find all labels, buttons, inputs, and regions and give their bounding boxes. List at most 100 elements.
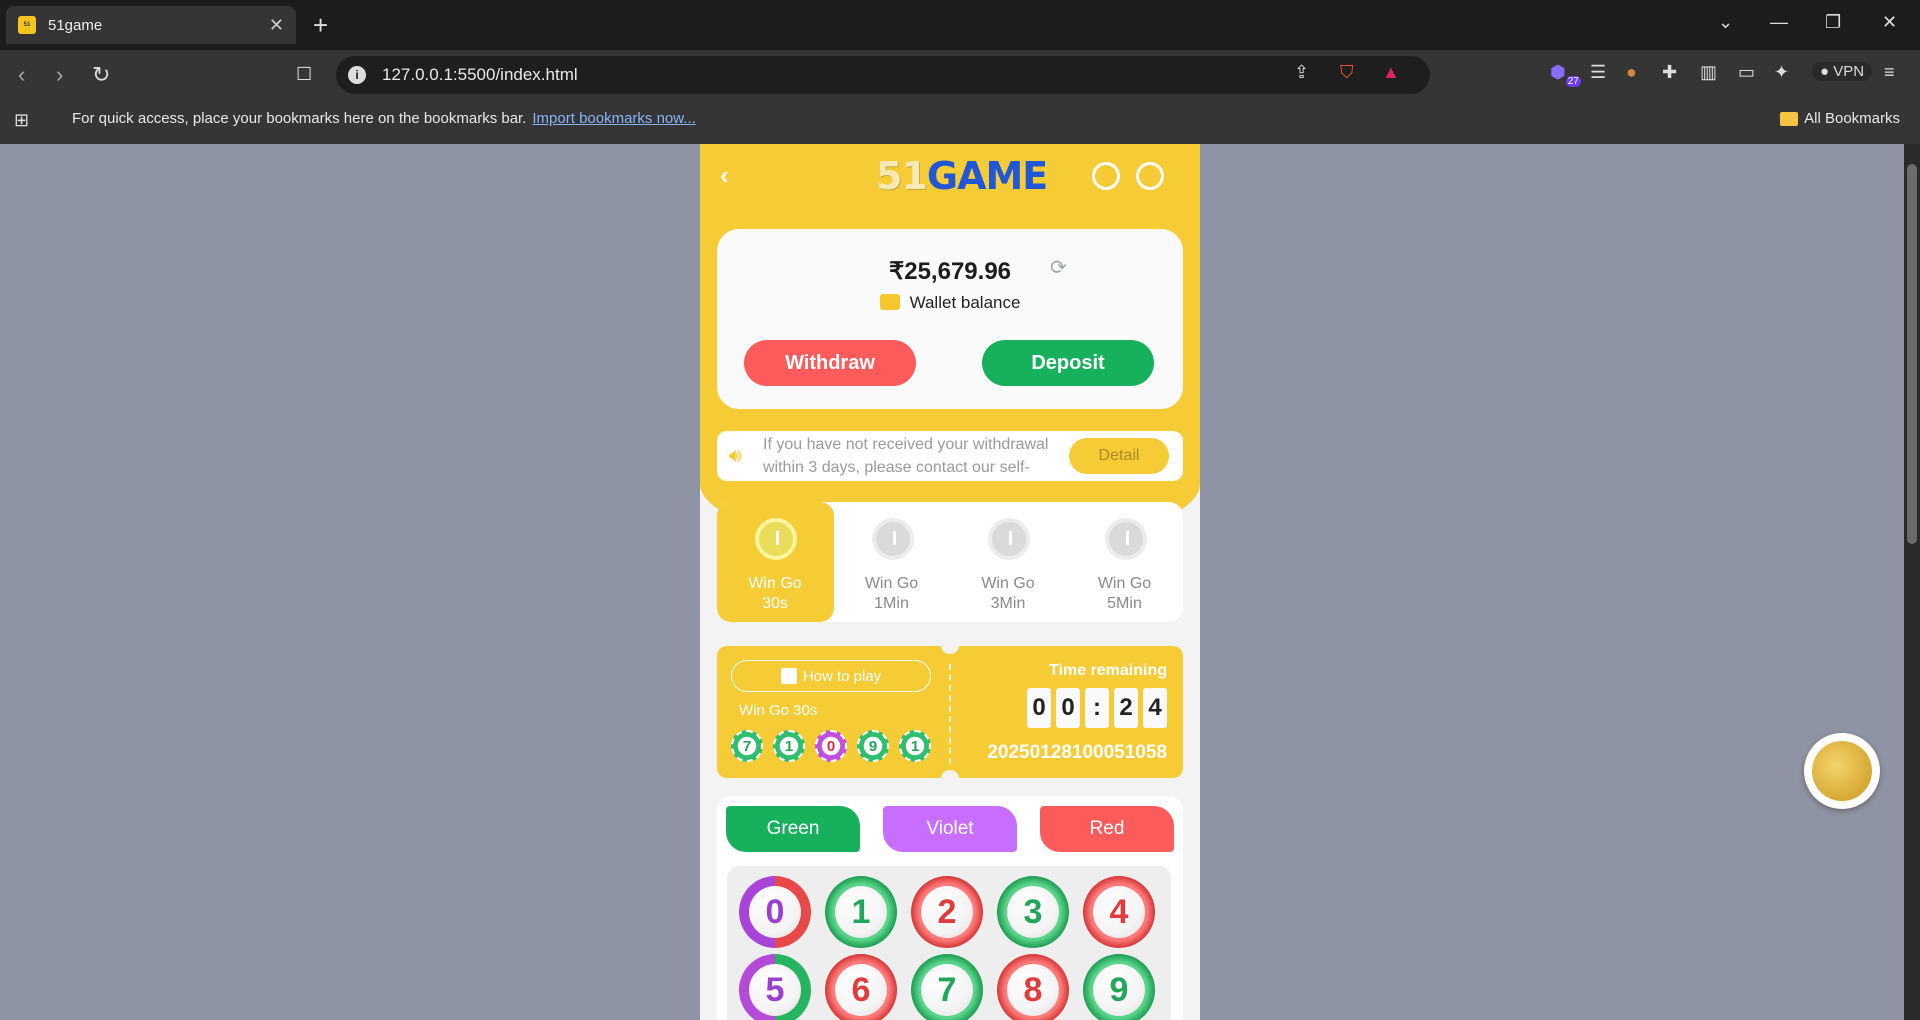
address-bar[interactable]: i 127.0.0.1:5500/index.html xyxy=(336,56,1430,94)
wallet-icon[interactable]: ▭ xyxy=(1738,62,1755,83)
notice-bar: 🔊︎ If you have not received your withdra… xyxy=(717,431,1183,481)
wallet-amount: ₹25,679.96 xyxy=(888,258,1012,285)
page-viewport: ‹ 51GAME ₹25,679.96 ⟳ Wallet balance Wit… xyxy=(0,144,1920,1020)
brave-shield-icon[interactable]: ⛉ xyxy=(1340,62,1354,83)
result-ball: 1 xyxy=(773,730,805,762)
browser-tab[interactable]: 51 51game ✕ xyxy=(6,6,296,44)
mode-label: Win Go 1Min xyxy=(864,575,919,612)
tab-title: 51game xyxy=(48,16,103,34)
ball-label: 7 xyxy=(921,964,973,1016)
red-bet-button[interactable]: Red xyxy=(1040,806,1174,852)
withdraw-button[interactable]: Withdraw xyxy=(744,340,916,386)
mode-label: Win Go 3Min xyxy=(981,575,1035,612)
refresh-icon[interactable]: ⟳ xyxy=(1050,255,1067,280)
dashed-divider xyxy=(949,664,951,764)
extensions-puzzle-icon[interactable]: ✚ xyxy=(1662,62,1677,83)
brave-rewards-icon[interactable]: ▲ xyxy=(1382,62,1400,83)
tab-win-go-1min[interactable]: Win Go 1Min xyxy=(834,502,951,622)
forward-icon[interactable]: › xyxy=(56,62,63,88)
ball-label: 5 xyxy=(749,964,801,1016)
detail-button[interactable]: Detail xyxy=(1069,438,1169,474)
vpn-button[interactable]: ● VPN xyxy=(1812,62,1873,81)
all-bookmarks-button[interactable]: All Bookmarks xyxy=(1780,100,1900,137)
ball-label: 9 xyxy=(1093,964,1145,1016)
close-window-icon[interactable]: ✕ xyxy=(1882,12,1897,33)
extension-badge: 27 xyxy=(1565,76,1581,87)
number-ball-1[interactable]: 1 xyxy=(825,876,897,948)
ball-label: 6 xyxy=(835,964,887,1016)
leo-ai-icon[interactable]: ✦ xyxy=(1774,62,1789,83)
menu-icon[interactable]: ≡ xyxy=(1884,62,1895,83)
tab-strip: 51 51game ✕ + ⌄ — ❐ ✕ xyxy=(0,0,1920,50)
scrollbar-thumb[interactable] xyxy=(1907,164,1917,544)
ball-label: 1 xyxy=(835,886,887,938)
restore-icon[interactable]: ❐ xyxy=(1825,12,1841,33)
extension-icon[interactable]: ⬢ 27 xyxy=(1550,62,1581,87)
number-ball-2[interactable]: 2 xyxy=(911,876,983,948)
number-ball-9[interactable]: 9 xyxy=(1083,954,1155,1020)
close-tab-icon[interactable]: ✕ xyxy=(269,15,284,36)
logo-text: GAME xyxy=(926,154,1048,198)
ball-label: 2 xyxy=(921,886,973,938)
apps-grid-icon[interactable]: ⊞ xyxy=(14,110,29,131)
database-icon[interactable]: ☰ xyxy=(1590,62,1606,83)
dragon-icon xyxy=(1812,741,1872,801)
bet-area: Green Violet Red 0 1 2 3 4 5 6 7 8 9 xyxy=(717,796,1183,1020)
bookmarks-bar: ⊞ For quick access, place your bookmarks… xyxy=(0,100,1920,144)
dragon-float-button[interactable] xyxy=(1804,733,1880,809)
import-bookmarks-link[interactable]: Import bookmarks now... xyxy=(532,110,695,127)
page-scrollbar[interactable] xyxy=(1904,144,1920,1020)
wallet-icon xyxy=(879,294,900,310)
all-bookmarks-label: All Bookmarks xyxy=(1804,110,1900,127)
new-tab-icon[interactable]: + xyxy=(313,10,328,41)
tab-win-go-30s[interactable]: Win Go 30s xyxy=(717,502,834,622)
current-game-label: Win Go 30s xyxy=(739,702,818,719)
tab-win-go-3min[interactable]: Win Go 3Min xyxy=(950,502,1067,622)
how-to-play-button[interactable]: How to play xyxy=(731,660,931,692)
vpn-label: VPN xyxy=(1833,63,1865,80)
number-ball-8[interactable]: 8 xyxy=(997,954,1069,1020)
clock-icon xyxy=(871,518,914,560)
app-header: ‹ 51GAME xyxy=(700,144,1200,206)
number-ball-0[interactable]: 0 xyxy=(739,876,811,948)
deposit-button[interactable]: Deposit xyxy=(982,340,1154,386)
clock-icon xyxy=(1104,518,1147,560)
ball-label: 8 xyxy=(1007,964,1059,1016)
violet-bet-button[interactable]: Violet xyxy=(883,806,1017,852)
issue-number: 20250128100051058 xyxy=(987,742,1167,763)
ticket-notch xyxy=(941,638,959,654)
site-info-icon[interactable]: i xyxy=(348,66,366,84)
back-icon[interactable]: ‹ xyxy=(18,62,25,88)
ball-label: 0 xyxy=(749,886,801,938)
green-bet-button[interactable]: Green xyxy=(726,806,860,852)
number-ball-4[interactable]: 4 xyxy=(1083,876,1155,948)
minimize-icon[interactable]: — xyxy=(1770,12,1788,33)
number-ball-7[interactable]: 7 xyxy=(911,954,983,1020)
result-ball: 9 xyxy=(857,730,889,762)
sound-off-icon[interactable] xyxy=(1136,162,1164,190)
number-ball-5[interactable]: 5 xyxy=(739,954,811,1020)
result-ball: 1 xyxy=(899,730,931,762)
customer-service-icon[interactable] xyxy=(1092,162,1120,190)
countdown-digit: 0 xyxy=(1027,688,1051,728)
number-ball-3[interactable]: 3 xyxy=(997,876,1069,948)
bookmarks-hint: For quick access, place your bookmarks h… xyxy=(72,110,527,127)
share-icon[interactable]: ⇪ xyxy=(1294,62,1309,83)
cookie-icon[interactable]: ● xyxy=(1626,62,1637,83)
favicon-icon: 51 xyxy=(18,16,36,34)
sidebar-icon[interactable]: ▥ xyxy=(1700,62,1717,83)
tab-search-icon[interactable]: ⌄ xyxy=(1718,12,1733,33)
wallet-label-row: Wallet balance xyxy=(717,293,1183,313)
reload-icon[interactable]: ↻ xyxy=(92,62,110,88)
book-icon xyxy=(780,668,797,684)
wallet-card: ₹25,679.96 ⟳ Wallet balance Withdraw Dep… xyxy=(717,229,1183,409)
back-arrow-icon[interactable]: ‹ xyxy=(720,160,729,191)
ball-label: 4 xyxy=(1093,886,1145,938)
tab-win-go-5min[interactable]: Win Go 5Min xyxy=(1067,502,1184,622)
bookmark-icon[interactable]: ☐ xyxy=(296,64,312,85)
number-ball-6[interactable]: 6 xyxy=(825,954,897,1020)
mode-label: Win Go 30s xyxy=(748,575,802,612)
logo: 51GAME xyxy=(876,154,1048,198)
result-ball: 0 xyxy=(815,730,847,762)
bookmarks-message: For quick access, place your bookmarks h… xyxy=(72,100,696,137)
